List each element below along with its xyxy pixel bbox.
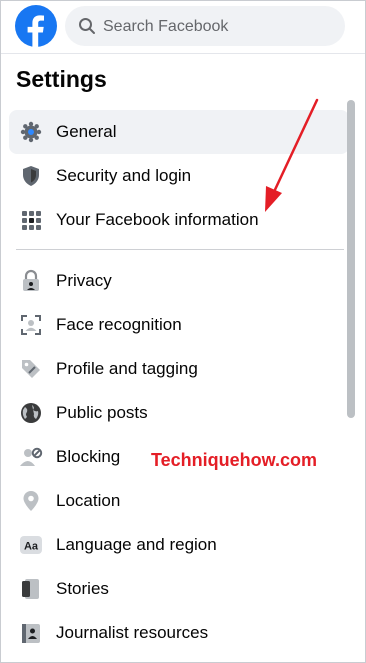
settings-item-privacy[interactable]: Privacy	[9, 259, 349, 303]
block-user-icon	[20, 447, 43, 466]
settings-item-location[interactable]: Location	[9, 479, 349, 523]
settings-item-label: Security and login	[56, 166, 192, 185]
lock-icon	[23, 269, 39, 291]
top-bar	[1, 1, 365, 54]
search-icon	[79, 18, 95, 34]
scrollbar-thumb[interactable]	[347, 100, 355, 418]
settings-item-label: Location	[56, 491, 121, 510]
settings-item-face-recognition[interactable]: Face recognition	[9, 303, 349, 347]
page-title: Settings	[16, 66, 107, 92]
location-pin-icon	[23, 491, 39, 511]
shield-icon	[23, 166, 39, 186]
section-divider	[16, 249, 344, 250]
settings-item-label: Language and region	[56, 535, 217, 554]
settings-item-label: Privacy	[56, 271, 112, 290]
settings-item-label: Journalist resources	[56, 623, 209, 642]
tag-icon	[22, 360, 40, 378]
settings-item-journalist-resources[interactable]: Journalist resources	[9, 611, 349, 655]
grid-icon	[22, 211, 41, 230]
book-icon	[22, 579, 39, 599]
settings-item-label: Public posts	[56, 403, 148, 422]
language-icon: Aa	[20, 536, 42, 554]
svg-text:Aa: Aa	[24, 541, 39, 553]
settings-item-label: Face recognition	[56, 315, 182, 334]
settings-item-label: Profile and tagging	[56, 359, 198, 378]
settings-item-language-region[interactable]: Aa Language and region	[9, 523, 349, 567]
settings-item-label: Blocking	[56, 447, 121, 466]
gear-icon	[20, 121, 42, 143]
id-card-icon	[22, 624, 40, 643]
settings-item-profile-tagging[interactable]: Profile and tagging	[9, 347, 349, 391]
annotation-arrow-icon	[265, 98, 319, 212]
facebook-logo-icon[interactable]	[15, 5, 57, 47]
settings-item-stories[interactable]: Stories	[9, 567, 349, 611]
watermark-text: Techniquehow.com	[151, 450, 318, 470]
face-scan-icon	[21, 315, 41, 335]
settings-item-label: Stories	[56, 579, 109, 598]
search-box[interactable]	[65, 6, 345, 48]
globe-icon	[21, 403, 41, 423]
settings-item-public-posts[interactable]: Public posts	[9, 391, 349, 435]
search-input[interactable]	[101, 6, 339, 48]
settings-item-label: General	[56, 122, 117, 141]
settings-item-label: Your Facebook information	[56, 210, 259, 229]
